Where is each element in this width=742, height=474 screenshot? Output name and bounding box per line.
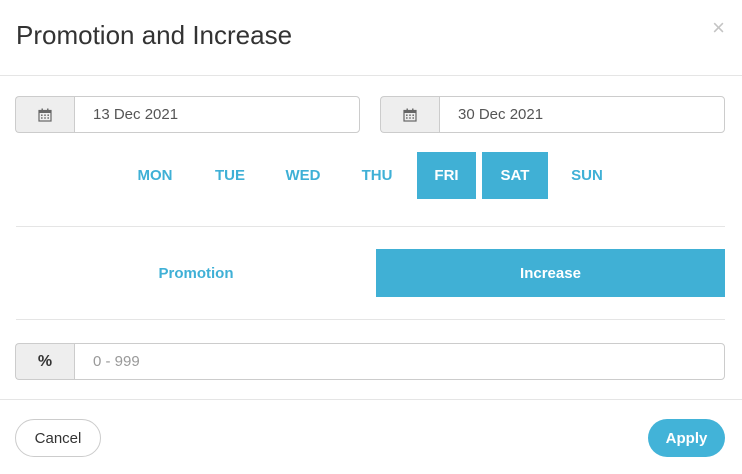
calendar-icon[interactable] (380, 96, 439, 133)
divider (16, 226, 725, 227)
promotion-tab[interactable]: Promotion (16, 249, 376, 297)
day-thu[interactable]: THU (347, 152, 407, 199)
day-sat[interactable]: SAT (482, 152, 548, 199)
apply-button[interactable]: Apply (648, 419, 725, 457)
increase-tab[interactable]: Increase (376, 249, 725, 297)
dialog-title: Promotion and Increase (16, 20, 293, 50)
start-date-group (15, 96, 360, 133)
close-icon[interactable]: × (712, 15, 725, 41)
calendar-icon[interactable] (15, 96, 74, 133)
percent-addon: % (15, 343, 74, 380)
percent-input[interactable] (74, 343, 725, 380)
cancel-button[interactable]: Cancel (15, 419, 101, 457)
start-date-input[interactable] (74, 96, 360, 133)
end-date-input[interactable] (439, 96, 725, 133)
day-selector: MON TUE WED THU FRI SAT SUN (0, 152, 742, 199)
day-wed[interactable]: WED (273, 152, 333, 199)
footer-divider (0, 399, 742, 400)
promotion-increase-dialog: Promotion and Increase × 13 Dec 2021 30 … (0, 0, 742, 474)
day-mon[interactable]: MON (125, 152, 185, 199)
day-fri[interactable]: FRI (417, 152, 476, 199)
divider (16, 319, 725, 320)
end-date-group (380, 96, 725, 133)
day-sun[interactable]: SUN (557, 152, 617, 199)
dialog-header: Promotion and Increase × (0, 0, 742, 76)
percent-group: % (15, 343, 725, 380)
day-tue[interactable]: TUE (200, 152, 260, 199)
